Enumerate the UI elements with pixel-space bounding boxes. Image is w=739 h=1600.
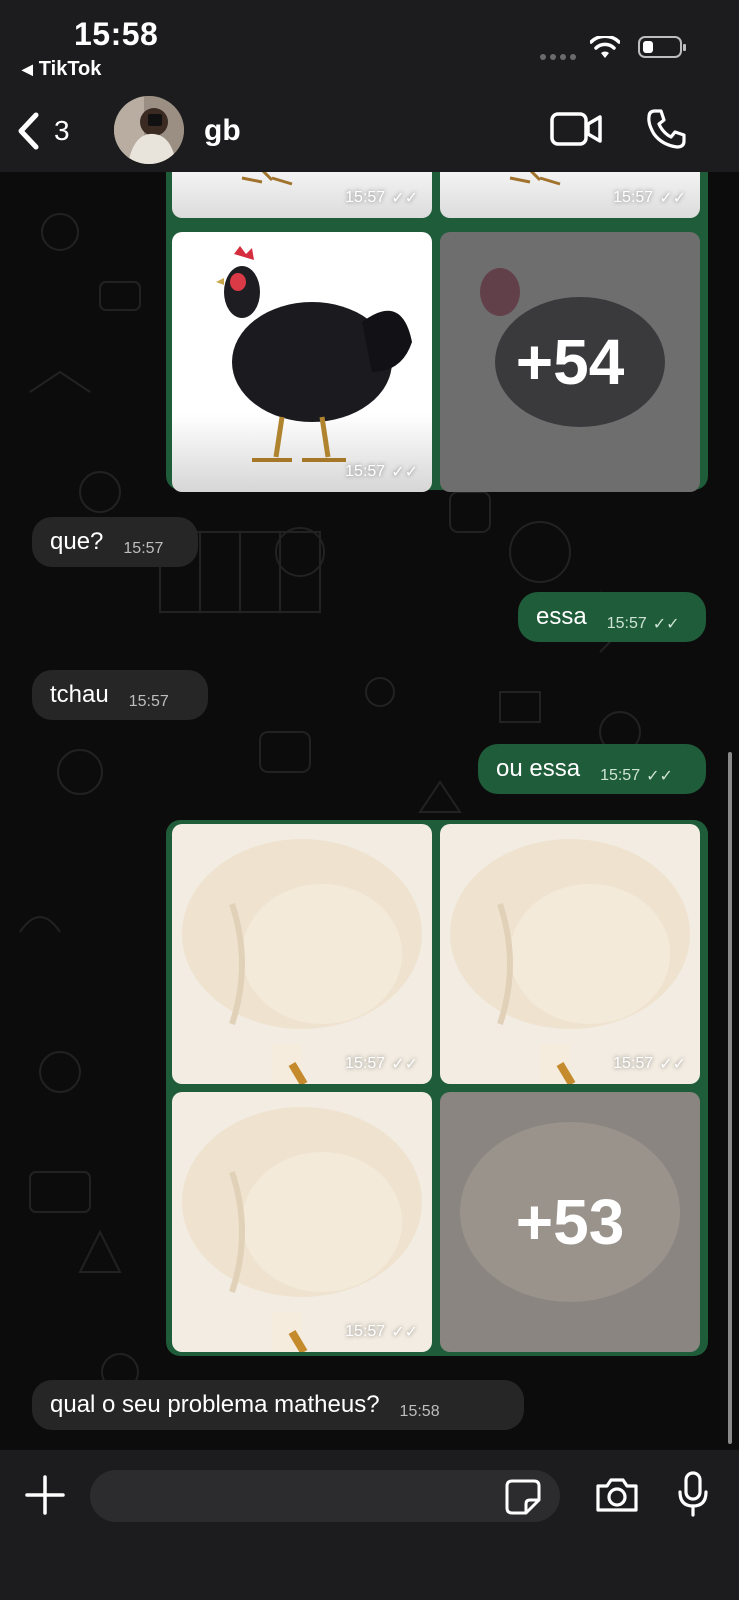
white-hen-image <box>182 839 422 1084</box>
double-check-icon: ✓✓ <box>391 1324 418 1341</box>
double-check-icon: ✓✓ <box>659 190 686 207</box>
tile-timestamp: 15:57 <box>613 1055 654 1072</box>
outgoing-message[interactable]: essa 15:57 ✓✓ <box>518 592 706 642</box>
message-text: essa <box>536 603 587 630</box>
tile-timestamp: 15:57 <box>345 1055 386 1072</box>
message-composer <box>0 1450 739 1600</box>
message-text: tchau <box>50 681 109 708</box>
back-app-label: TikTok <box>38 58 102 80</box>
message-timestamp: 15:57 <box>600 767 641 784</box>
camera-icon[interactable] <box>594 1476 640 1514</box>
double-check-icon: ✓✓ <box>391 190 418 207</box>
double-check-icon: ✓✓ <box>659 1056 686 1073</box>
unread-count: 3 <box>54 115 70 146</box>
tile-timestamp: 15:57 <box>345 1323 386 1340</box>
message-text: que? <box>50 528 104 555</box>
video-call-icon[interactable] <box>550 112 602 146</box>
back-triangle-icon: ◀ <box>22 61 33 77</box>
battery-icon <box>638 36 686 58</box>
message-timestamp: 15:58 <box>399 1403 440 1420</box>
more-photos-count: +53 <box>515 1186 625 1258</box>
tile-timestamp: 15:57 <box>345 189 386 206</box>
more-photos-tile[interactable]: +54 <box>440 232 700 492</box>
chat-area[interactable]: 15:57 ✓✓ 15:57 ✓✓ 15:57 ✓✓ +54 que? 15:57 e… <box>0 172 739 1450</box>
status-bar: 15:58 ◀ TikTok <box>0 0 739 96</box>
message-text: ou essa <box>496 755 581 782</box>
signal-icon <box>540 54 576 60</box>
message-input[interactable] <box>90 1470 560 1522</box>
phone-icon[interactable] <box>646 108 686 150</box>
chat-header: 3 gb <box>0 96 739 172</box>
hen-photo-tile[interactable]: 15:57 ✓✓ <box>440 172 700 218</box>
message-timestamp: 15:57 <box>128 693 169 710</box>
outgoing-message[interactable]: ou essa 15:57 ✓✓ <box>478 744 706 794</box>
message-text: qual o seu problema matheus? <box>50 1391 380 1418</box>
hen-photo-tile[interactable]: 15:57 ✓✓ <box>172 1092 432 1352</box>
double-check-icon: ✓✓ <box>391 1056 418 1073</box>
hen-photo-tile[interactable]: 15:57 ✓✓ <box>172 232 432 492</box>
white-hen-image <box>450 839 690 1084</box>
contact-name[interactable]: gb <box>204 114 241 148</box>
back-button[interactable]: 3 <box>16 112 70 150</box>
back-to-app-link[interactable]: ◀ TikTok <box>22 58 101 81</box>
black-hen-image <box>216 246 412 462</box>
double-check-icon: ✓✓ <box>646 768 673 785</box>
contact-avatar[interactable] <box>114 96 184 164</box>
hen-photo-tile[interactable]: 15:57 ✓✓ <box>172 172 432 218</box>
hen-photo-tile[interactable]: 15:57 ✓✓ <box>172 824 432 1084</box>
sticker-icon[interactable] <box>504 1478 542 1516</box>
incoming-message[interactable]: qual o seu problema matheus? 15:58 <box>32 1380 524 1430</box>
message-timestamp: 15:57 <box>123 540 164 557</box>
tile-timestamp: 15:57 <box>345 463 386 480</box>
tile-timestamp: 15:57 <box>613 189 654 206</box>
double-check-icon: ✓✓ <box>391 464 418 481</box>
incoming-message[interactable]: tchau 15:57 <box>32 670 208 720</box>
message-timestamp: 15:57 <box>606 615 647 632</box>
plus-icon[interactable] <box>24 1474 66 1516</box>
more-photos-count: +54 <box>515 326 625 398</box>
incoming-message[interactable]: que? 15:57 <box>32 517 198 567</box>
double-check-icon: ✓✓ <box>652 616 680 633</box>
status-time: 15:58 <box>74 16 159 52</box>
chat-scrollbar[interactable] <box>728 752 732 1444</box>
chevron-left-icon <box>18 112 39 150</box>
more-photos-tile[interactable]: +53 <box>440 1092 700 1352</box>
hen-photo-tile[interactable]: 15:57 ✓✓ <box>440 824 700 1084</box>
microphone-icon[interactable] <box>676 1470 710 1518</box>
white-hen-image <box>182 1107 422 1352</box>
wifi-icon <box>590 36 620 58</box>
